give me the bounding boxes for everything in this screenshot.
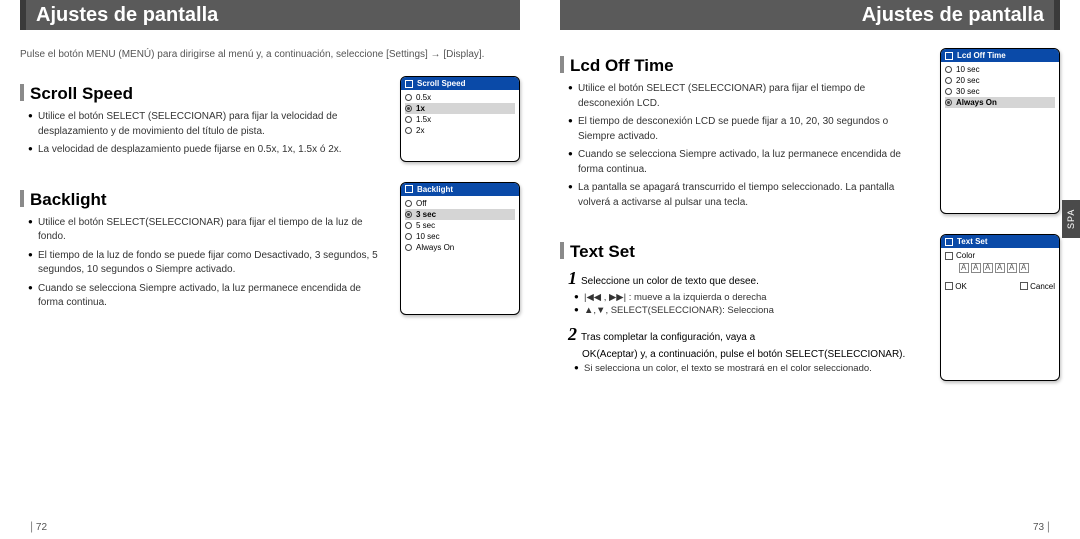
- backlight-title: Backlight: [20, 190, 378, 210]
- step-2: 2Tras completar la configuración, vaya a: [568, 324, 918, 345]
- backlight-bullet: Utilice el botón SELECT(SELECCIONAR) par…: [28, 216, 378, 245]
- page-number-left: | 72: [30, 519, 47, 533]
- text-set-title: Text Set: [560, 242, 918, 262]
- page-number-right: 73 |: [1033, 519, 1050, 533]
- lcd-off-bullet: Utilice el botón SELECT (SELECCIONAR) pa…: [568, 82, 918, 111]
- lcd-off-bullet: Cuando se selecciona Siempre activado, l…: [568, 148, 918, 177]
- lcd-off-bullet: La pantalla se apagará transcurrido el t…: [568, 181, 918, 210]
- backlight-screen: Backlight Off 3 sec 5 sec 10 sec Always …: [400, 182, 520, 315]
- scroll-speed-bullet: Utilice el botón SELECT (SELECCIONAR) pa…: [28, 110, 378, 139]
- page-title-bar-left: Ajustes de pantalla: [20, 0, 520, 30]
- section-lcd-off: Lcd Off Time Utilice el botón SELECT (SE…: [560, 48, 1060, 214]
- scroll-speed-bullet: La velocidad de desplazamiento puede fij…: [28, 143, 378, 158]
- scroll-speed-title: Scroll Speed: [20, 84, 378, 104]
- step-1-sub: |◀◀ , ▶▶| : mueve a la izquierda o derec…: [574, 291, 918, 304]
- step-2-sub: Si selecciona un color, el texto se most…: [574, 362, 918, 375]
- scroll-speed-screen: Scroll Speed 0.5x 1x 1.5x 2x: [400, 76, 520, 162]
- color-swatches: [959, 263, 1055, 273]
- intro-text: Pulse el botón MENU (MENÚ) para dirigirs…: [20, 48, 520, 62]
- side-tab-spa: SPA: [1062, 200, 1080, 238]
- page-title: Ajustes de pantalla: [862, 4, 1044, 27]
- lcd-off-screen: Lcd Off Time 10 sec 20 sec 30 sec Always…: [940, 48, 1060, 214]
- step-1-sub: ▲,▼, SELECT(SELECCIONAR): Selecciona: [574, 304, 918, 317]
- backlight-bullet: Cuando se selecciona Siempre activado, l…: [28, 282, 378, 311]
- section-backlight: Backlight Utilice el botón SELECT(SELECC…: [20, 182, 520, 315]
- page-title-bar-right: Ajustes de pantalla: [560, 0, 1060, 30]
- section-text-set: Text Set 1Seleccione un color de texto q…: [560, 234, 1060, 381]
- section-scroll-speed: Scroll Speed Utilice el botón SELECT (SE…: [20, 76, 520, 162]
- step-1: 1Seleccione un color de texto que desee.: [568, 268, 918, 289]
- page-title: Ajustes de pantalla: [36, 4, 218, 27]
- lcd-off-bullet: El tiempo de desconexión LCD se puede fi…: [568, 115, 918, 144]
- text-set-screen: Text Set Color OK Cancel: [940, 234, 1060, 381]
- step-2-cont: OK(Aceptar) y, a continuación, pulse el …: [582, 349, 918, 360]
- backlight-bullet: El tiempo de la luz de fondo se puede fi…: [28, 249, 378, 278]
- lcd-off-title: Lcd Off Time: [560, 56, 918, 76]
